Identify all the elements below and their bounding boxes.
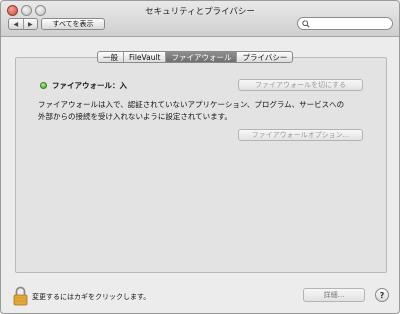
back-arrow-icon[interactable]: ◀ — [9, 19, 23, 29]
window-title: セキュリティとプライバシー — [145, 7, 255, 17]
firewall-status: ファイアウォール：入 — [52, 81, 127, 90]
status-indicator-icon — [40, 82, 47, 89]
search-icon — [302, 19, 310, 28]
forward-arrow-icon[interactable]: ▶ — [22, 19, 38, 29]
help-button[interactable]: ? — [375, 288, 389, 302]
tab-privacy[interactable]: プライバシー — [236, 52, 292, 62]
tab-firewall[interactable]: ファイアウォール — [165, 52, 237, 62]
description-line: 外部からの接続を受け入れないように設定されています。 — [38, 112, 232, 121]
tab-filevault[interactable]: FileVault — [123, 52, 165, 62]
titlebar: セキュリティとプライバシー ◀ ▶ すべてを表示 — [1, 1, 399, 37]
show-all-button[interactable]: すべてを表示 — [41, 18, 105, 30]
tab-general[interactable]: 一般 — [98, 52, 123, 62]
lock-hint-text: 変更するにはカギをクリックします。 — [32, 293, 151, 301]
tab-bar: 一般 FileVault ファイアウォール プライバシー — [97, 51, 294, 63]
preferences-window: セキュリティとプライバシー ◀ ▶ すべてを表示 一般 FileVault ファ… — [0, 0, 400, 314]
description-line: ファイアウォールは入で、認証されていないアプリケーション、プログラム、サービスへ… — [38, 100, 345, 109]
firewall-options-button[interactable]: ファイアウォールオプション... — [238, 129, 363, 141]
firewall-description: ファイアウォールは入で、認証されていないアプリケーション、プログラム、サービスへ… — [38, 99, 378, 123]
advanced-button[interactable]: 詳細... — [303, 288, 365, 302]
search-input[interactable] — [297, 17, 393, 30]
lock-icon[interactable] — [13, 286, 28, 306]
back-forward-control: ◀ ▶ — [8, 18, 38, 30]
turn-off-firewall-button[interactable]: ファイアウォールを切にする — [238, 79, 363, 91]
